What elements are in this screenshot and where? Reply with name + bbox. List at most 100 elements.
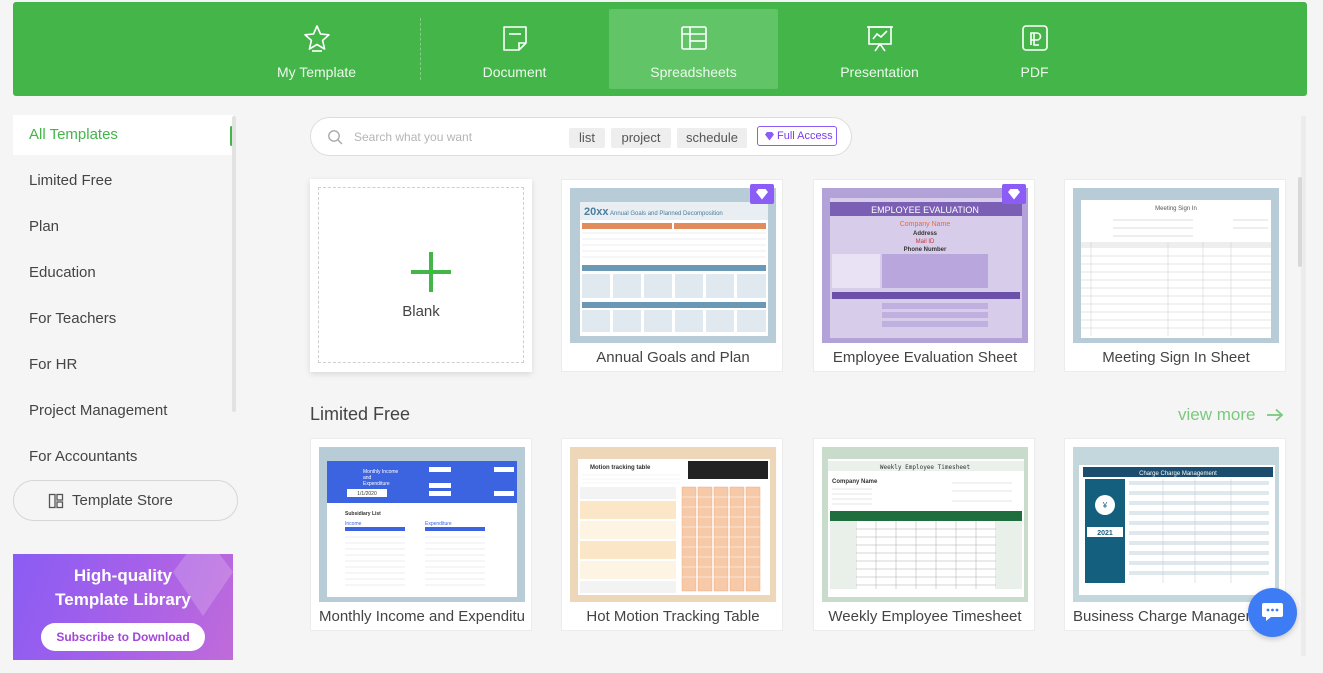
blank-template-card[interactable]: Blank	[310, 179, 532, 372]
view-more-label: view more	[1178, 405, 1256, 424]
diamond-icon	[756, 189, 768, 200]
template-card-meeting-sign-in[interactable]: Meeting Sign In Meeting Sign In Sheet	[1064, 179, 1286, 372]
template-card-motion-tracking[interactable]: Motion tracking table Hot Motion Trackin…	[561, 438, 783, 631]
nav-divider	[420, 18, 421, 80]
tab-presentation-label: Presentation	[840, 64, 919, 80]
section-title-limited-free: Limited Free	[310, 404, 411, 424]
tab-my-template-label: My Template	[276, 64, 357, 80]
search-input[interactable]	[354, 128, 554, 146]
sidebar-item-project-management[interactable]: Project Management	[13, 391, 233, 431]
tag-list[interactable]: list	[569, 128, 605, 148]
svg-text:Meeting Sign In: Meeting Sign In	[1155, 206, 1197, 212]
blank-label: Blank	[402, 303, 440, 320]
spreadsheet-preview: EMPLOYEE EVALUATION Company Name Address…	[830, 198, 1022, 338]
svg-text:Income: Income	[345, 521, 362, 527]
spreadsheet-preview: Monthly Income and Expenditure 1/1/2020 …	[327, 461, 517, 597]
svg-text:Expenditure: Expenditure	[363, 481, 390, 487]
pdf-icon	[1022, 25, 1048, 51]
svg-text:20xx: 20xx	[584, 206, 609, 218]
svg-text:1/1/2020: 1/1/2020	[357, 491, 377, 497]
view-more-link[interactable]: view more	[1178, 405, 1284, 425]
svg-text:Charge Charge Management: Charge Charge Management	[1139, 471, 1217, 477]
tab-presentation[interactable]: Presentation	[795, 9, 964, 89]
tag-project[interactable]: project	[611, 128, 671, 148]
diamond-icon	[765, 132, 774, 141]
document-icon	[503, 26, 527, 51]
promo-line-1: High-quality	[73, 566, 173, 585]
template-thumbnail: EMPLOYEE EVALUATION Company Name Address…	[822, 188, 1028, 343]
promo-line-2: Template Library	[55, 590, 191, 609]
svg-text:Phone Number: Phone Number	[904, 247, 947, 253]
search-bar: list project schedule Full Access	[310, 117, 852, 156]
svg-text:Subsidiary List: Subsidiary List	[345, 511, 381, 517]
premium-badge	[1002, 184, 1026, 204]
template-name: Monthly Income and Expenditure	[319, 608, 525, 625]
sidebar-item-all-templates[interactable]: All Templates	[13, 115, 233, 155]
diamond-icon	[1008, 189, 1020, 200]
spreadsheet-preview: Meeting Sign In	[1081, 200, 1271, 338]
spreadsheet-preview: Weekly Employee Timesheet Company Name	[828, 459, 1024, 597]
spreadsheet-icon	[681, 26, 707, 50]
chat-bubble-icon	[1262, 603, 1283, 621]
star-icon	[304, 25, 330, 52]
template-name: Annual Goals and Plan	[596, 349, 750, 366]
sidebar-item-label: Limited Free	[29, 172, 113, 189]
template-card-weekly-timesheet[interactable]: Weekly Employee Timesheet Company Name W…	[813, 438, 1035, 631]
sidebar-item-for-teachers[interactable]: For Teachers	[13, 299, 233, 339]
chat-support-button[interactable]	[1248, 588, 1297, 637]
tab-document-label: Document	[482, 64, 547, 80]
sidebar-scrollbar[interactable]	[232, 116, 236, 412]
main-scrollbar-thumb[interactable]	[1298, 177, 1302, 267]
template-name: Employee Evaluation Sheet	[832, 349, 1018, 366]
svg-text:Expenditure: Expenditure	[425, 521, 452, 527]
template-store-button[interactable]: Template Store	[13, 480, 238, 521]
template-card-employee-evaluation[interactable]: EMPLOYEE EVALUATION Company Name Address…	[813, 179, 1035, 372]
template-thumbnail: Monthly Income and Expenditure 1/1/2020 …	[319, 447, 525, 602]
svg-text:Company Name: Company Name	[900, 221, 951, 228]
template-thumbnail: Charge Charge Management ¥ 2021	[1073, 447, 1279, 602]
diamond-icon	[173, 554, 233, 616]
tab-pdf[interactable]: PDF	[950, 9, 1119, 89]
tab-spreadsheets[interactable]: Spreadsheets	[609, 9, 778, 89]
tab-my-template[interactable]: My Template	[232, 9, 401, 89]
template-name: Weekly Employee Timesheet	[828, 608, 1022, 625]
promo-banner[interactable]: High-quality Template Library Subscribe …	[13, 554, 233, 660]
premium-badge	[750, 184, 774, 204]
search-icon	[328, 130, 343, 145]
sidebar-item-label: Education	[29, 264, 96, 281]
template-thumbnail: Meeting Sign In	[1073, 188, 1279, 343]
sidebar-item-plan[interactable]: Plan	[13, 207, 233, 247]
sidebar-item-for-accountants[interactable]: For Accountants	[13, 437, 233, 477]
sidebar-item-education[interactable]: Education	[13, 253, 233, 293]
svg-text:EMPLOYEE EVALUATION: EMPLOYEE EVALUATION	[871, 205, 979, 215]
template-thumbnail: Weekly Employee Timesheet Company Name	[822, 447, 1028, 602]
template-name: Meeting Sign In Sheet	[1102, 349, 1250, 366]
sidebar-item-for-hr[interactable]: For HR	[13, 345, 233, 385]
svg-text:Annual Goals and Planned Decom: Annual Goals and Planned Decomposition	[610, 211, 723, 217]
svg-text:Weekly Employee Timesheet: Weekly Employee Timesheet	[880, 464, 971, 471]
spreadsheet-preview: 20xx Annual Goals and Planned Decomposit…	[580, 202, 768, 336]
svg-text:Motion tracking table: Motion tracking table	[590, 465, 651, 471]
tag-schedule[interactable]: schedule	[677, 128, 747, 148]
template-card-monthly-income[interactable]: Monthly Income and Expenditure 1/1/2020 …	[310, 438, 532, 631]
top-navigation-bar: My Template Document Spreadsheets Presen…	[13, 2, 1307, 96]
template-card-annual-goals[interactable]: 20xx Annual Goals and Planned Decomposit…	[561, 179, 783, 372]
sidebar-item-limited-free[interactable]: Limited Free	[13, 161, 233, 201]
template-store-label: Template Store	[72, 492, 173, 509]
tab-spreadsheets-label: Spreadsheets	[650, 64, 737, 80]
arrow-right-icon	[1267, 408, 1284, 422]
template-thumbnail: 20xx Annual Goals and Planned Decomposit…	[570, 188, 776, 343]
sidebar-item-label: For Accountants	[29, 448, 138, 465]
sidebar-item-label: Project Management	[29, 402, 168, 419]
tab-document[interactable]: Document	[430, 9, 599, 89]
blank-dashed-area: Blank	[318, 187, 524, 363]
presentation-icon	[867, 26, 893, 52]
sidebar-item-label: For HR	[29, 356, 78, 373]
svg-text:¥: ¥	[1102, 501, 1108, 510]
sidebar-item-label: Plan	[29, 218, 60, 235]
full-access-badge[interactable]: Full Access	[757, 126, 837, 146]
subscribe-button[interactable]: Subscribe to Download	[41, 623, 205, 651]
template-store-icon	[48, 493, 64, 509]
svg-text:Company Name: Company Name	[832, 479, 878, 485]
spreadsheet-preview: Charge Charge Management ¥ 2021	[1079, 465, 1275, 595]
